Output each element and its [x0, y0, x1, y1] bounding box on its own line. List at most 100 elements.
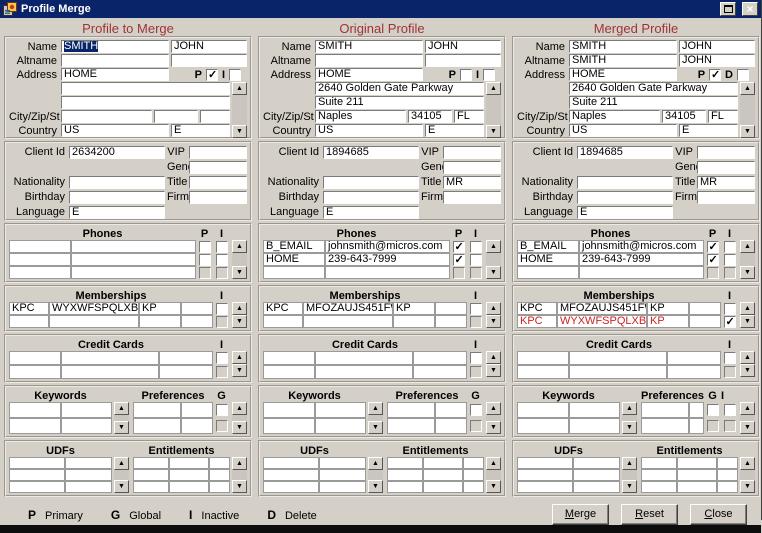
udf-value-cell[interactable] [65, 481, 112, 493]
keyword-value-cell[interactable] [315, 418, 366, 434]
birthday-field[interactable] [577, 191, 673, 204]
membership-extra-cell[interactable] [689, 302, 721, 315]
language-field[interactable]: E [69, 206, 165, 219]
scroll-down-icon[interactable]: ▼ [368, 421, 383, 434]
credit-card-type-cell[interactable] [9, 351, 61, 365]
credit-card-inactive-checkbox[interactable] [470, 352, 482, 364]
phone-number-cell[interactable] [71, 266, 196, 279]
entitlement-cell[interactable] [209, 469, 230, 481]
phone-inactive-checkbox[interactable] [216, 267, 228, 279]
alt-last-name-field[interactable] [61, 54, 169, 67]
phone-primary-checkbox[interactable] [199, 254, 211, 266]
entitlement-cell[interactable] [209, 457, 230, 469]
scrollbar-track[interactable] [232, 470, 247, 480]
credit-card-number-cell[interactable] [569, 365, 667, 379]
gender-field[interactable] [443, 161, 501, 174]
keyword-value-cell[interactable] [569, 418, 620, 434]
phone-type-cell[interactable] [9, 266, 71, 279]
scroll-down-icon[interactable]: ▼ [232, 266, 247, 279]
phone-inactive-checkbox[interactable] [470, 267, 482, 279]
preference-value-cell[interactable] [435, 402, 467, 418]
preference-value-cell[interactable] [181, 402, 213, 418]
credit-card-type-cell[interactable] [9, 365, 61, 379]
credit-cards-scrollbar[interactable]: ▲ ▼ [740, 351, 755, 379]
address-primary-checkbox[interactable] [206, 69, 218, 81]
phone-inactive-checkbox[interactable] [470, 254, 482, 266]
udf-name-cell[interactable] [9, 457, 65, 469]
scroll-down-icon[interactable]: ▼ [232, 125, 247, 138]
zip-field[interactable]: 34105 [662, 110, 706, 123]
scroll-down-icon[interactable]: ▼ [368, 480, 383, 493]
preference-type-cell[interactable] [387, 418, 435, 434]
address-second-flag-checkbox[interactable] [737, 69, 749, 81]
membership-level-cell[interactable]: KP [393, 302, 435, 315]
country-field[interactable]: US [315, 124, 423, 137]
membership-extra-cell[interactable] [181, 302, 213, 315]
state-field[interactable]: FL [708, 110, 738, 123]
address-scrollbar[interactable]: ▲ ▼ [486, 82, 501, 138]
entitlement-cell[interactable] [133, 469, 169, 481]
credit-card-expiry-cell[interactable] [667, 351, 721, 365]
gender-field[interactable] [697, 161, 755, 174]
first-name-field[interactable]: JOHN [679, 40, 755, 53]
credit-card-inactive-checkbox[interactable] [724, 366, 736, 378]
memberships-scrollbar[interactable]: ▲ ▼ [740, 302, 755, 328]
scroll-up-icon[interactable]: ▲ [740, 240, 755, 253]
scroll-down-icon[interactable]: ▼ [114, 480, 129, 493]
phone-number-cell[interactable]: 239-643-7999 [325, 253, 450, 266]
language-field[interactable]: E [577, 206, 673, 219]
phone-primary-checkbox[interactable] [453, 254, 465, 266]
scroll-up-icon[interactable]: ▲ [368, 402, 383, 415]
phone-type-cell[interactable] [9, 253, 71, 266]
scroll-up-icon[interactable]: ▲ [486, 82, 501, 95]
scroll-up-icon[interactable]: ▲ [232, 402, 247, 415]
preference-global-checkbox[interactable] [216, 420, 228, 432]
membership-number-cell[interactable]: MFOZAUJS451FW [303, 302, 393, 315]
keyword-type-cell[interactable] [263, 402, 315, 418]
entitlement-cell[interactable] [677, 481, 717, 493]
membership-inactive-checkbox[interactable] [470, 303, 482, 315]
title-field[interactable]: MR [443, 176, 501, 189]
scroll-down-icon[interactable]: ▼ [486, 364, 501, 377]
scroll-down-icon[interactable]: ▼ [740, 125, 755, 138]
udf-name-cell[interactable] [517, 457, 573, 469]
credit-cards-scrollbar[interactable]: ▲ ▼ [486, 351, 501, 379]
preference-type-cell[interactable] [387, 402, 435, 418]
scroll-down-icon[interactable]: ▼ [740, 421, 755, 434]
scroll-down-icon[interactable]: ▼ [232, 315, 247, 328]
language-field[interactable]: E [323, 206, 419, 219]
address-line2-field[interactable] [61, 96, 230, 109]
scroll-down-icon[interactable]: ▼ [232, 421, 247, 434]
preference-global-checkbox[interactable] [470, 404, 482, 416]
keyword-value-cell[interactable] [569, 402, 620, 418]
address-type-field[interactable]: HOME [61, 68, 169, 81]
keywords-scrollbar[interactable]: ▲ ▼ [114, 402, 129, 434]
birthday-field[interactable] [69, 191, 165, 204]
credit-card-type-cell[interactable] [517, 351, 569, 365]
entitlements-scrollbar[interactable]: ▲ ▼ [740, 457, 755, 493]
zip-field[interactable]: 34105 [408, 110, 452, 123]
entitlement-cell[interactable] [641, 481, 677, 493]
preference-global-checkbox[interactable] [707, 404, 719, 416]
credit-card-expiry-cell[interactable] [159, 351, 213, 365]
birthday-field[interactable] [323, 191, 419, 204]
keywords-scrollbar[interactable]: ▲ ▼ [622, 402, 637, 434]
scroll-up-icon[interactable]: ▲ [368, 457, 383, 470]
phones-scrollbar[interactable]: ▲ ▼ [232, 240, 247, 279]
entitlement-cell[interactable] [463, 469, 484, 481]
membership-type-cell[interactable] [9, 315, 49, 328]
membership-number-cell[interactable] [49, 315, 139, 328]
address-scrollbar[interactable]: ▲ ▼ [740, 82, 755, 138]
preferences-scrollbar[interactable]: ▲ ▼ [232, 402, 247, 434]
udf-name-cell[interactable] [263, 457, 319, 469]
entitlement-cell[interactable] [169, 457, 209, 469]
preferences-scrollbar[interactable]: ▲ ▼ [740, 402, 755, 434]
preference-type-cell[interactable] [133, 402, 181, 418]
membership-level-cell[interactable]: KP [139, 302, 181, 315]
membership-number-cell[interactable]: WYXWFSPQLXB [49, 302, 139, 315]
phone-number-cell[interactable] [71, 240, 196, 253]
scroll-up-icon[interactable]: ▲ [486, 240, 501, 253]
entitlement-cell[interactable] [717, 469, 738, 481]
phone-type-cell[interactable]: HOME [517, 253, 579, 266]
entitlement-cell[interactable] [169, 469, 209, 481]
